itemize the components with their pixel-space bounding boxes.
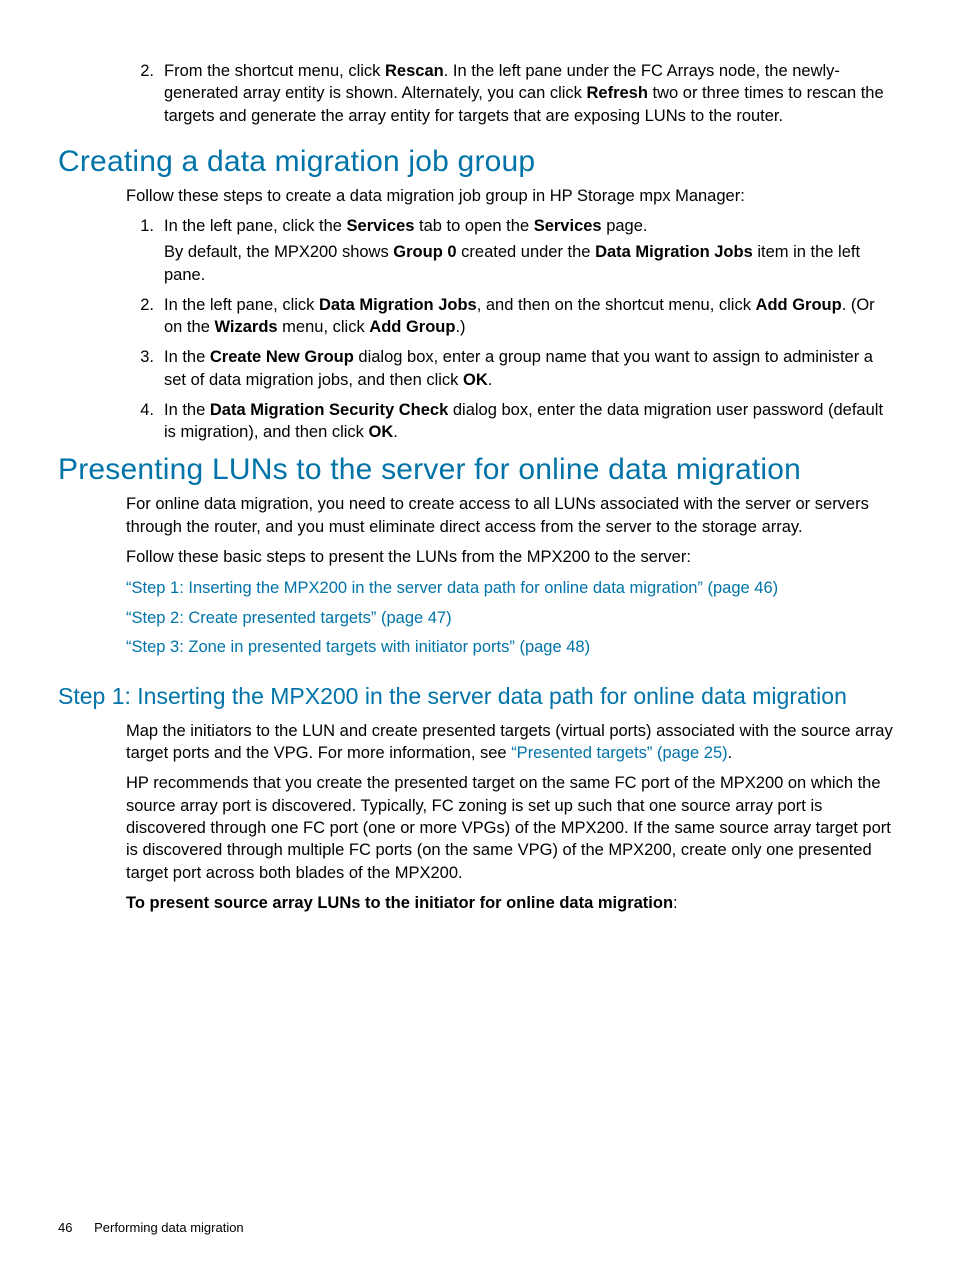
section1-ordered-list: 1. In the left pane, click the Services … (126, 215, 896, 443)
intro-list-item-2: 2. From the shortcut menu, click Rescan.… (126, 60, 896, 127)
bold-term: Wizards (214, 318, 277, 336)
bold-term: Data Migration Jobs (319, 296, 477, 314)
section2-para2: Follow these basic steps to present the … (126, 546, 896, 568)
step1-para1: Map the initiators to the LUN and create… (126, 720, 896, 765)
page-number: 46 (58, 1220, 72, 1235)
text-fragment: tab to open the (414, 217, 533, 235)
list-number: 4. (126, 399, 154, 421)
bold-term: Data Migration Security Check (210, 401, 448, 419)
text-fragment: . (728, 744, 733, 762)
text-fragment: .) (455, 318, 465, 336)
page-body: 2. From the shortcut menu, click Rescan.… (58, 60, 896, 914)
step-link-3[interactable]: “Step 3: Zone in presented targets with … (126, 638, 590, 656)
bold-term: Refresh (587, 84, 648, 102)
text-fragment: In the (164, 401, 210, 419)
step-links: “Step 1: Inserting the MPX200 in the ser… (58, 576, 896, 661)
bold-term: Rescan (385, 62, 444, 80)
step-link-1[interactable]: “Step 1: Inserting the MPX200 in the ser… (126, 579, 778, 597)
text-fragment: Map the initiators to the LUN and create… (126, 722, 893, 762)
bold-term: OK (463, 371, 488, 389)
text-fragment: In the left pane, click (164, 296, 319, 314)
text-fragment: created under the (457, 243, 596, 261)
bold-lead-in: To present source array LUNs to the init… (126, 894, 673, 912)
page-footer: 46 Performing data migration (58, 1220, 244, 1235)
section-heading-presenting-luns: Presenting LUNs to the server for online… (58, 453, 896, 487)
text-fragment: By default, the MPX200 shows (164, 243, 393, 261)
text-fragment: : (673, 894, 678, 912)
text-fragment: , and then on the shortcut menu, click (477, 296, 756, 314)
subsection-heading-step1: Step 1: Inserting the MPX200 in the serv… (58, 683, 896, 710)
section-heading-creating-group: Creating a data migration job group (58, 145, 896, 179)
step1-para3: To present source array LUNs to the init… (126, 892, 896, 914)
bold-term: Services (534, 217, 602, 235)
text-fragment: menu, click (278, 318, 370, 336)
list-number: 3. (126, 346, 154, 368)
section2-para1: For online data migration, you need to c… (126, 493, 896, 538)
list-item: 2. In the left pane, click Data Migratio… (126, 294, 896, 339)
bold-term: Group 0 (393, 243, 456, 261)
text-fragment: . (393, 423, 398, 441)
bold-term: Add Group (756, 296, 842, 314)
footer-title: Performing data migration (94, 1220, 244, 1235)
section1-intro: Follow these steps to create a data migr… (126, 185, 896, 207)
bold-term: Create New Group (210, 348, 354, 366)
list-item: 3. In the Create New Group dialog box, e… (126, 346, 896, 391)
step1-para2: HP recommends that you create the presen… (126, 772, 896, 883)
list-item: 4. In the Data Migration Security Check … (126, 399, 896, 444)
inline-link-presented-targets[interactable]: “Presented targets” (page 25) (511, 744, 727, 762)
list-sub-paragraph: By default, the MPX200 shows Group 0 cre… (164, 241, 896, 286)
text-fragment: . (488, 371, 493, 389)
list-item: 1. In the left pane, click the Services … (126, 215, 896, 286)
bold-term: Add Group (369, 318, 455, 336)
bold-term: OK (369, 423, 394, 441)
text-fragment: In the left pane, click the (164, 217, 347, 235)
text-fragment: In the (164, 348, 210, 366)
bold-term: Services (347, 217, 415, 235)
step-link-2[interactable]: “Step 2: Create presented targets” (page… (126, 609, 452, 627)
intro-ordered-list: 2. From the shortcut menu, click Rescan.… (126, 60, 896, 127)
text-fragment: page. (602, 217, 648, 235)
bold-term: Data Migration Jobs (595, 243, 753, 261)
list-number: 2. (126, 294, 154, 316)
list-number: 2. (126, 60, 154, 82)
text-fragment: From the shortcut menu, click (164, 62, 385, 80)
list-number: 1. (126, 215, 154, 237)
